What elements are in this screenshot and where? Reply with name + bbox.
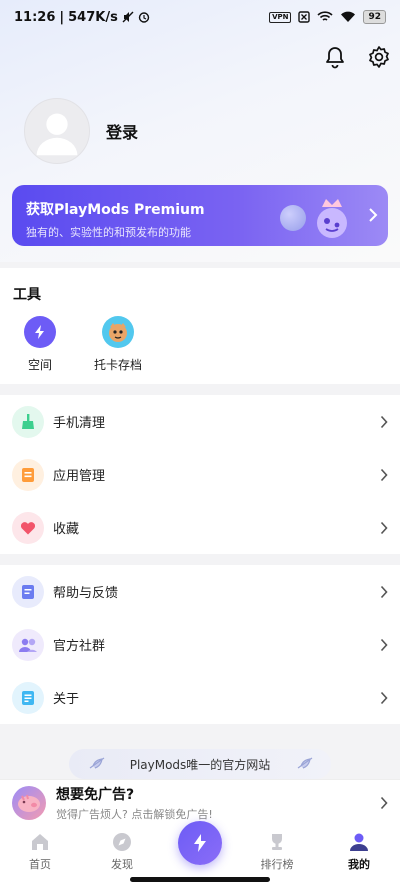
status-bar: 11:26 | 547K/s VPN 92 bbox=[0, 0, 400, 34]
tab-label: 发现 bbox=[111, 858, 133, 871]
remove-ads-bar[interactable]: 想要免广告? 觉得广告烦人? 点击解锁免广告! bbox=[0, 779, 400, 825]
playmods-fab-button[interactable] bbox=[178, 821, 222, 865]
tool-space[interactable]: 空间 bbox=[8, 316, 72, 373]
status-speed: 547K/s bbox=[68, 9, 118, 25]
menu-label: 收藏 bbox=[53, 522, 80, 537]
menu-label: 应用管理 bbox=[53, 469, 106, 484]
help-doc-icon bbox=[12, 575, 44, 608]
tool-label: 托卡存档 bbox=[93, 358, 142, 372]
menu-item-app-manage[interactable]: 应用管理 bbox=[0, 448, 400, 501]
broom-icon bbox=[12, 405, 44, 438]
tab-discover[interactable]: 发现 bbox=[92, 831, 152, 872]
menu-item-help-feedback[interactable]: 帮助与反馈 bbox=[0, 565, 400, 618]
home-indicator[interactable] bbox=[130, 877, 270, 882]
tab-mine[interactable]: 我的 bbox=[329, 831, 389, 872]
header-actions bbox=[322, 44, 392, 70]
tab-ranking[interactable]: 排行榜 bbox=[247, 831, 307, 872]
site-banner-text: PlayMods唯一的官方网站 bbox=[129, 757, 271, 772]
chevron-right-icon bbox=[380, 585, 388, 599]
bell-icon[interactable] bbox=[322, 44, 348, 70]
playmods-fab-icon bbox=[194, 834, 206, 852]
chevron-right-icon bbox=[380, 796, 388, 810]
settings-icon[interactable] bbox=[366, 44, 392, 70]
tab-label: 我的 bbox=[348, 858, 370, 871]
premium-banner[interactable]: 获取PlayMods Premium 独有的、实验性的和预发布的功能 bbox=[12, 185, 388, 246]
menu-item-favorites[interactable]: 收藏 bbox=[0, 501, 400, 554]
chevron-right-icon bbox=[380, 415, 388, 429]
default-avatar-icon bbox=[36, 113, 78, 156]
menu-label: 帮助与反馈 bbox=[53, 586, 119, 601]
status-divider: | bbox=[59, 9, 65, 25]
profile-login[interactable]: 登录 bbox=[24, 98, 138, 164]
chevron-right-icon bbox=[380, 638, 388, 652]
space-icon bbox=[24, 316, 56, 348]
tool-label: 空间 bbox=[27, 358, 52, 372]
ad-text-block: 想要免广告? 觉得广告烦人? 点击解锁免广告! bbox=[56, 784, 213, 822]
bubble-decoration bbox=[280, 205, 306, 231]
official-site-banner[interactable]: PlayMods唯一的官方网站 bbox=[69, 749, 331, 779]
login-label[interactable]: 登录 bbox=[106, 119, 138, 143]
tab-home[interactable]: 首页 bbox=[10, 831, 70, 872]
compass-icon bbox=[113, 833, 131, 851]
chevron-right-icon bbox=[369, 208, 378, 222]
bottom-tab-bar: 首页 发现 排行榜 我的 bbox=[0, 821, 400, 889]
profile-icon bbox=[350, 833, 368, 851]
vpn-badge: VPN bbox=[269, 11, 292, 23]
status-left: 11:26 | 547K/s bbox=[14, 10, 150, 25]
trophy-icon bbox=[272, 834, 282, 850]
feather-icon bbox=[89, 757, 105, 769]
alarm-icon bbox=[138, 12, 150, 23]
mute-icon bbox=[122, 11, 134, 23]
piggy-ad-icon bbox=[12, 785, 46, 820]
home-icon bbox=[32, 834, 48, 850]
wifi-icon bbox=[341, 11, 356, 22]
ad-subtitle: 觉得广告烦人? 点击解锁免广告! bbox=[56, 807, 213, 821]
menu-label: 官方社群 bbox=[53, 639, 106, 654]
menu-group-support: 帮助与反馈 官方社群 关于 bbox=[0, 565, 400, 724]
menu-group-utilities: 手机清理 应用管理 收藏 bbox=[0, 395, 400, 554]
tab-label: 排行榜 bbox=[260, 858, 294, 871]
tool-toca-save[interactable]: 托卡存档 bbox=[86, 316, 150, 373]
menu-label: 关于 bbox=[53, 692, 80, 707]
signal-icon bbox=[317, 11, 334, 21]
sim-off-icon bbox=[298, 11, 311, 23]
menu-item-about[interactable]: 关于 bbox=[0, 671, 400, 724]
battery-indicator: 92 bbox=[363, 10, 386, 24]
ad-title: 想要免广告? bbox=[56, 786, 135, 803]
status-right: VPN 92 bbox=[269, 10, 386, 24]
status-time: 11:26 bbox=[14, 9, 56, 25]
menu-item-community[interactable]: 官方社群 bbox=[0, 618, 400, 671]
chevron-right-icon bbox=[380, 521, 388, 535]
avatar[interactable] bbox=[24, 98, 90, 164]
tools-title: 工具 bbox=[13, 287, 41, 303]
heart-icon bbox=[12, 511, 44, 544]
chevron-right-icon bbox=[380, 691, 388, 705]
toca-save-icon bbox=[102, 316, 134, 348]
community-icon bbox=[12, 628, 44, 661]
menu-label: 手机清理 bbox=[53, 416, 106, 431]
menu-item-phone-clean[interactable]: 手机清理 bbox=[0, 395, 400, 448]
feather-icon bbox=[297, 757, 313, 769]
chevron-right-icon bbox=[380, 468, 388, 482]
tools-section: 工具 空间 托卡存档 bbox=[0, 268, 400, 384]
about-icon bbox=[12, 681, 44, 714]
tab-label: 首页 bbox=[29, 858, 51, 871]
premium-mascot-icon bbox=[317, 199, 347, 238]
app-manage-icon bbox=[12, 458, 44, 491]
